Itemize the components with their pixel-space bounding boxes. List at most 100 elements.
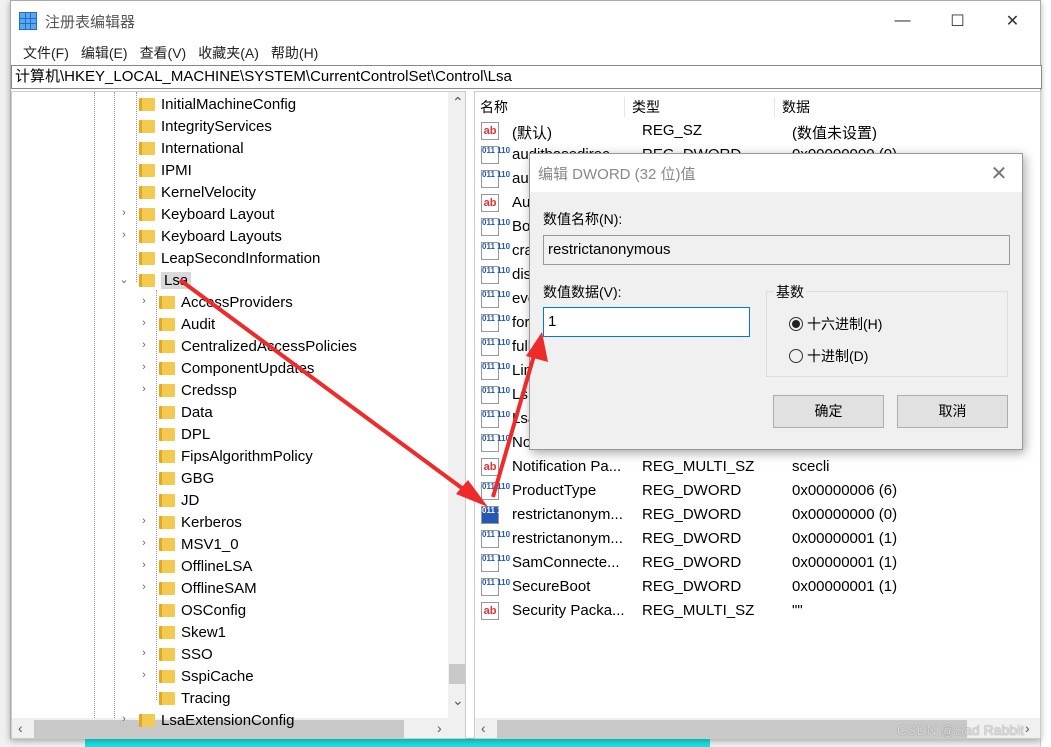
tree-item[interactable]: AccessProviders: [159, 291, 293, 313]
chevron-right-icon[interactable]: ›: [139, 669, 149, 681]
column-header-name[interactable]: 名称: [475, 97, 625, 117]
cancel-button[interactable]: 取消: [897, 395, 1008, 428]
chevron-right-icon[interactable]: ›: [139, 515, 149, 527]
tree-item[interactable]: Data: [159, 401, 213, 423]
list-row[interactable]: 011 110 SecureBoot REG_DWORD 0x00000001 (1): [475, 575, 1040, 599]
chevron-right-icon[interactable]: ›: [139, 339, 149, 351]
tree-item[interactable]: Kerberos: [159, 511, 242, 533]
minimize-button[interactable]: —: [875, 1, 930, 41]
chevron-right-icon[interactable]: ›: [119, 207, 129, 219]
list-row[interactable]: ab Security Packa... REG_MULTI_SZ "": [475, 599, 1040, 623]
tree-item-label: GBG: [181, 469, 215, 487]
chevron-right-icon[interactable]: ›: [139, 559, 149, 571]
tree-item[interactable]: LsaExtensionConfig: [139, 709, 294, 731]
tree-item[interactable]: GBG: [159, 467, 214, 489]
cell-type: REG_DWORD: [642, 482, 742, 499]
tree-item[interactable]: InitialMachineConfig: [139, 93, 296, 115]
folder-icon: [139, 229, 155, 243]
chevron-right-icon[interactable]: ›: [139, 361, 149, 373]
scroll-right-icon[interactable]: ›: [437, 720, 442, 736]
hex-radio[interactable]: 十六进制(H): [789, 314, 882, 334]
tree-item[interactable]: ComponentUpdates: [159, 357, 314, 379]
tree-item[interactable]: Keyboard Layout: [139, 203, 274, 225]
string-value-icon: ab: [481, 602, 499, 620]
scroll-left-icon[interactable]: ‹: [18, 720, 23, 736]
cell-type: REG_MULTI_SZ: [642, 458, 755, 475]
chevron-right-icon[interactable]: ›: [139, 647, 149, 659]
tree-item[interactable]: IPMI: [139, 159, 192, 181]
tree-item[interactable]: LeapSecondInformation: [139, 247, 320, 269]
list-row[interactable]: 011 110 restrictanonym... REG_DWORD 0x00000…: [475, 527, 1040, 551]
tree-item[interactable]: SspiCache: [159, 665, 254, 687]
column-header-data[interactable]: 数据: [777, 97, 977, 117]
tree-item-label: Lsa: [161, 271, 192, 289]
cell-name: Notification Pa...: [512, 458, 622, 475]
scroll-up-icon[interactable]: ⌃: [452, 94, 464, 111]
tree-item[interactable]: JD: [159, 489, 199, 511]
tree-item[interactable]: OfflineLSA: [159, 555, 252, 577]
chevron-right-icon[interactable]: ›: [119, 713, 129, 725]
tree-item[interactable]: KernelVelocity: [139, 181, 256, 203]
tree-item-label: LeapSecondInformation: [161, 249, 321, 267]
dword-value-icon: 011 110: [481, 242, 510, 260]
tree-item[interactable]: IntegrityServices: [139, 115, 272, 137]
radio-checked-icon: [789, 317, 803, 331]
list-row[interactable]: 011 110 SamConnecte... REG_DWORD 0x00000001…: [475, 551, 1040, 575]
chevron-down-icon[interactable]: ⌄: [119, 273, 129, 286]
scroll-right-icon[interactable]: ›: [1025, 720, 1030, 736]
folder-icon: [159, 427, 175, 441]
tree-item[interactable]: International: [139, 137, 244, 159]
list-row[interactable]: 011 110 restrictanonym... REG_DWORD 0x00000…: [475, 503, 1040, 527]
tree-item[interactable]: SSO: [159, 643, 213, 665]
scroll-left-icon[interactable]: ‹: [481, 720, 486, 736]
scrollbar-thumb[interactable]: [449, 664, 465, 684]
menu-favorites[interactable]: 收藏夹(A): [192, 43, 265, 63]
title-bar: 注册表编辑器 — ☐ ✕: [11, 1, 1040, 41]
list-row[interactable]: ab Notification Pa... REG_MULTI_SZ scecli: [475, 455, 1040, 479]
tree-item[interactable]: Audit: [159, 313, 215, 335]
chevron-right-icon[interactable]: ›: [119, 229, 129, 241]
list-row[interactable]: ab (默认) REG_SZ (数值未设置): [475, 119, 1040, 143]
tree-item[interactable]: Tracing: [159, 687, 230, 709]
tree-item[interactable]: Credssp: [159, 379, 237, 401]
watermark: CSDN @Sad Rabbit: [897, 722, 1025, 738]
dialog-close-button[interactable]: ✕: [976, 161, 1022, 186]
tree-item[interactable]: OSConfig: [159, 599, 246, 621]
tree-item[interactable]: Keyboard Layouts: [139, 225, 282, 247]
tree-item[interactable]: OfflineSAM: [159, 577, 257, 599]
scroll-down-icon[interactable]: ⌄: [452, 692, 464, 709]
menu-edit[interactable]: 编辑(E): [75, 43, 134, 63]
string-value-icon: ab: [481, 194, 499, 212]
menu-help[interactable]: 帮助(H): [265, 43, 324, 63]
cell-name: restrictanonym...: [512, 530, 623, 547]
tree-item[interactable]: CentralizedAccessPolicies: [159, 335, 357, 357]
decimal-radio[interactable]: 十进制(D): [789, 346, 868, 366]
cell-data: 0x00000006 (6): [792, 482, 898, 499]
string-value-icon: ab: [481, 122, 499, 140]
folder-icon: [159, 647, 175, 661]
chevron-right-icon[interactable]: ›: [139, 581, 149, 593]
chevron-right-icon[interactable]: ›: [139, 537, 149, 549]
value-name-field: restrictanonymous: [543, 235, 1010, 265]
value-data-input[interactable]: 1: [543, 307, 750, 337]
list-row[interactable]: 011 110 ProductType REG_DWORD 0x00000006 (6…: [475, 479, 1040, 503]
menu-view[interactable]: 查看(V): [134, 43, 193, 63]
folder-icon: [159, 317, 175, 331]
ok-button[interactable]: 确定: [773, 395, 884, 428]
tree-vertical-scrollbar[interactable]: ⌃ ⌄: [448, 92, 465, 718]
chevron-right-icon[interactable]: ›: [139, 383, 149, 395]
tree-item[interactable]: DPL: [159, 423, 210, 445]
address-bar[interactable]: 计算机\HKEY_LOCAL_MACHINE\SYSTEM\CurrentCon…: [11, 65, 1042, 89]
chevron-right-icon[interactable]: ›: [139, 295, 149, 307]
value-name-label: 数值名称(N):: [543, 211, 623, 227]
column-header-type[interactable]: 类型: [627, 97, 775, 117]
close-button[interactable]: ✕: [985, 1, 1040, 41]
tree-item[interactable]: Lsa: [139, 269, 192, 291]
tree-item[interactable]: MSV1_0: [159, 533, 239, 555]
maximize-button[interactable]: ☐: [930, 1, 985, 41]
tree-item[interactable]: Skew1: [159, 621, 226, 643]
menu-file[interactable]: 文件(F): [17, 43, 75, 63]
chevron-right-icon[interactable]: ›: [139, 317, 149, 329]
tree-item-label: AccessProviders: [181, 293, 293, 311]
tree-item[interactable]: FipsAlgorithmPolicy: [159, 445, 313, 467]
